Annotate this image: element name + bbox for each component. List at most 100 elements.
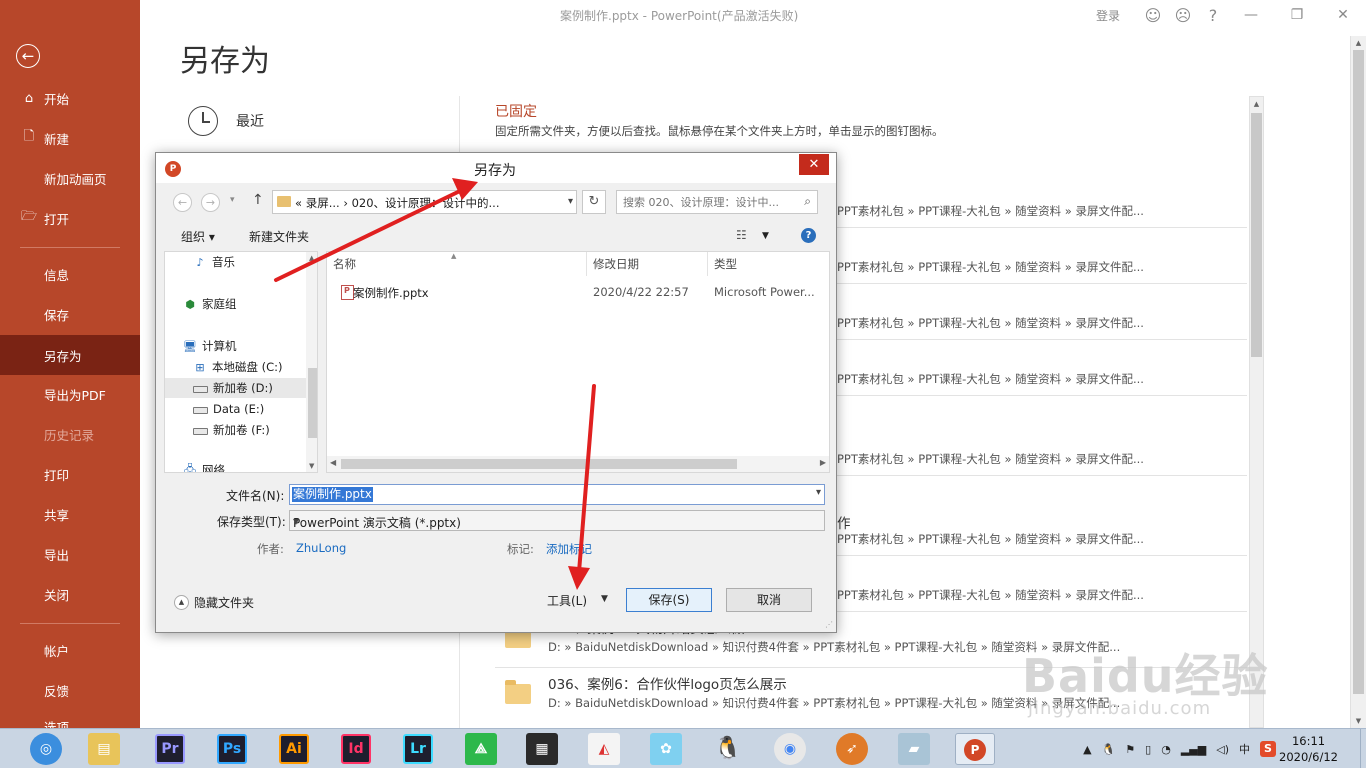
scroll-down-icon[interactable]: ▼	[1352, 714, 1365, 728]
scroll-up-icon[interactable]: ▲	[1352, 36, 1365, 50]
scroll-up-icon[interactable]: ▲	[309, 254, 314, 262]
add-tags-link[interactable]: 添加标记	[546, 541, 592, 557]
scroll-thumb[interactable]	[308, 368, 317, 438]
chevron-down-icon[interactable]: ▾	[816, 487, 821, 498]
folder-tree[interactable]: ♪ 音乐 ⬢ 家庭组 🖥 计算机 ⊞ 本地磁盘 (C:) 新加卷 (D:) Data (…	[164, 251, 318, 473]
sogou-ime-icon[interactable]: S	[1260, 741, 1276, 757]
file-row[interactable]: 案例制作.pptx 2020/4/22 22:57 Microsoft Powe…	[327, 282, 829, 304]
search-field[interactable]: ⌕	[616, 190, 818, 214]
author-value[interactable]: ZhuLong	[296, 541, 346, 555]
chrome-icon[interactable]: ◉	[774, 733, 806, 765]
sign-in-link[interactable]: 登录	[1088, 7, 1128, 24]
nav-print[interactable]: 打印	[0, 455, 140, 493]
indesign-icon[interactable]: Id	[341, 734, 371, 764]
premiere-icon[interactable]: Pr	[155, 734, 185, 764]
nav-share[interactable]: 共享	[0, 495, 140, 533]
chevron-down-icon[interactable]: ▼	[601, 594, 608, 604]
lightroom-icon[interactable]: Lr	[403, 734, 433, 764]
taskbar-clock[interactable]: 16:11 2020/6/12	[1279, 733, 1338, 765]
resize-grip-icon[interactable]: ⋰	[825, 620, 833, 629]
save-button[interactable]: 保存(S)	[626, 588, 712, 612]
tools-menu[interactable]: 工具(L)	[547, 592, 587, 609]
tree-scrollbar[interactable]: ▲ ▼	[306, 252, 317, 472]
tree-item-drive-f[interactable]: 新加卷 (F:)	[193, 420, 270, 440]
minimize-button[interactable]: —	[1228, 7, 1274, 23]
tray-qq-icon[interactable]: 🐧	[1102, 743, 1116, 756]
nav-home[interactable]: ⌂ 开始	[0, 79, 140, 117]
chevron-down-icon[interactable]: ▼	[762, 231, 769, 241]
horizontal-scrollbar[interactable]: ◀ ▶	[327, 456, 829, 472]
media-app-icon[interactable]: ◭	[588, 733, 620, 765]
tree-item-drive-c[interactable]: ⊞ 本地磁盘 (C:)	[193, 357, 282, 377]
dialog-title-bar[interactable]: P 另存为 ✕	[156, 153, 836, 183]
scroll-right-icon[interactable]: ▶	[820, 458, 826, 467]
nav-close[interactable]: 关闭	[0, 575, 140, 613]
nav-info[interactable]: 信息	[0, 255, 140, 293]
scroll-up-icon[interactable]: ▲	[1250, 97, 1263, 111]
ime-indicator[interactable]: 中	[1239, 741, 1250, 757]
scroll-thumb[interactable]	[341, 459, 737, 469]
scroll-left-icon[interactable]: ◀	[330, 458, 336, 467]
forward-icon[interactable]: →	[201, 193, 220, 212]
scroll-down-icon[interactable]: ▼	[309, 462, 314, 470]
qq-icon[interactable]: 🐧	[712, 733, 744, 765]
view-options-icon[interactable]: ☷	[736, 228, 747, 242]
tray-battery-icon[interactable]: ▯	[1145, 743, 1151, 756]
photoshop-icon[interactable]: Ps	[217, 734, 247, 764]
nav-feedback[interactable]: 反馈	[0, 671, 140, 709]
nav-save-as[interactable]: 另存为	[0, 335, 140, 375]
pinned-scrollbar[interactable]: ▲	[1249, 96, 1264, 728]
filename-input[interactable]: 案例制作.pptx ▾	[289, 484, 825, 505]
sync-app-icon[interactable]: ⟁	[465, 733, 497, 765]
scroll-thumb[interactable]	[1251, 113, 1262, 357]
search-input[interactable]	[623, 192, 799, 212]
back-arrow-icon[interactable]: ←	[16, 44, 40, 68]
refresh-icon[interactable]: ↻	[582, 190, 606, 214]
nav-options[interactable]: 选项	[0, 711, 140, 728]
organize-menu[interactable]: 组织 ▾	[181, 228, 215, 245]
show-desktop-button[interactable]	[1360, 729, 1366, 768]
column-header-modified[interactable]: 修改日期	[587, 252, 708, 276]
nav-new[interactable]: 🗋 新建	[0, 119, 140, 157]
column-header-type[interactable]: 类型	[708, 252, 829, 276]
chat-app-icon[interactable]: ✿	[650, 733, 682, 765]
page-scrollbar[interactable]: ▲ ▼	[1350, 36, 1366, 728]
tree-item-drive-e[interactable]: Data (E:)	[193, 399, 264, 419]
tray-flag-icon[interactable]: ⚑	[1125, 743, 1135, 756]
smile-feedback-icon[interactable]: ☺	[1138, 6, 1168, 25]
chevron-down-icon[interactable]: ▾	[568, 196, 573, 207]
notes-app-icon[interactable]: ▰	[898, 733, 930, 765]
thunder-icon[interactable]: ➶	[836, 733, 868, 765]
tree-item-homegroup[interactable]: ⬢ 家庭组	[183, 294, 236, 314]
address-breadcrumb[interactable]: « 录屏... › 020、设计原理：设计中的...	[295, 195, 499, 211]
nav-save[interactable]: 保存	[0, 295, 140, 333]
tray-expand-icon[interactable]: ▲	[1083, 743, 1091, 756]
help-icon[interactable]: ?	[1198, 6, 1228, 25]
chevron-down-icon[interactable]: ▾	[293, 514, 821, 528]
frown-feedback-icon[interactable]: ☹	[1168, 6, 1198, 25]
up-arrow-icon[interactable]: ↑	[252, 192, 264, 208]
nav-new-animation-page[interactable]: 新加动画页	[0, 159, 140, 197]
tray-volume-icon[interactable]: ◁)	[1216, 743, 1229, 756]
new-folder-button[interactable]: 新建文件夹	[249, 228, 309, 245]
help-icon[interactable]: ?	[801, 228, 816, 243]
recent-location[interactable]: 最近	[188, 106, 264, 136]
tray-signal-icon[interactable]: ▂▄▆	[1181, 743, 1206, 756]
tray-wifi-icon[interactable]: ◔	[1161, 743, 1171, 756]
powerpoint-taskbar-button[interactable]: P	[955, 733, 995, 765]
illustrator-icon[interactable]: Ai	[279, 734, 309, 764]
column-header-name[interactable]: 名称 ▲	[327, 252, 587, 276]
filetype-select[interactable]: PowerPoint 演示文稿 (*.pptx) ▾	[289, 510, 825, 531]
restore-button[interactable]: ❐	[1274, 7, 1320, 23]
nav-account[interactable]: 帐户	[0, 631, 140, 669]
nav-open[interactable]: 🗁 打开	[0, 199, 140, 237]
browser-icon[interactable]: ◎	[30, 733, 62, 765]
address-bar[interactable]: « 录屏... › 020、设计原理：设计中的... ▾	[272, 190, 577, 214]
file-list[interactable]: 名称▲ 修改日期 类型 案例制作.pptx 2020/4/22 22:57 Mi…	[326, 251, 830, 473]
file-explorer-icon[interactable]: ▤	[88, 733, 120, 765]
tree-item-network[interactable]: 🖧 网络	[183, 460, 225, 473]
recent-locations-chevron-icon[interactable]: ▾	[230, 195, 235, 205]
hide-folders-toggle[interactable]: ▲ 隐藏文件夹	[174, 594, 254, 611]
tree-item-drive-d[interactable]: 新加卷 (D:)	[165, 378, 306, 398]
back-icon[interactable]: ←	[173, 193, 192, 212]
